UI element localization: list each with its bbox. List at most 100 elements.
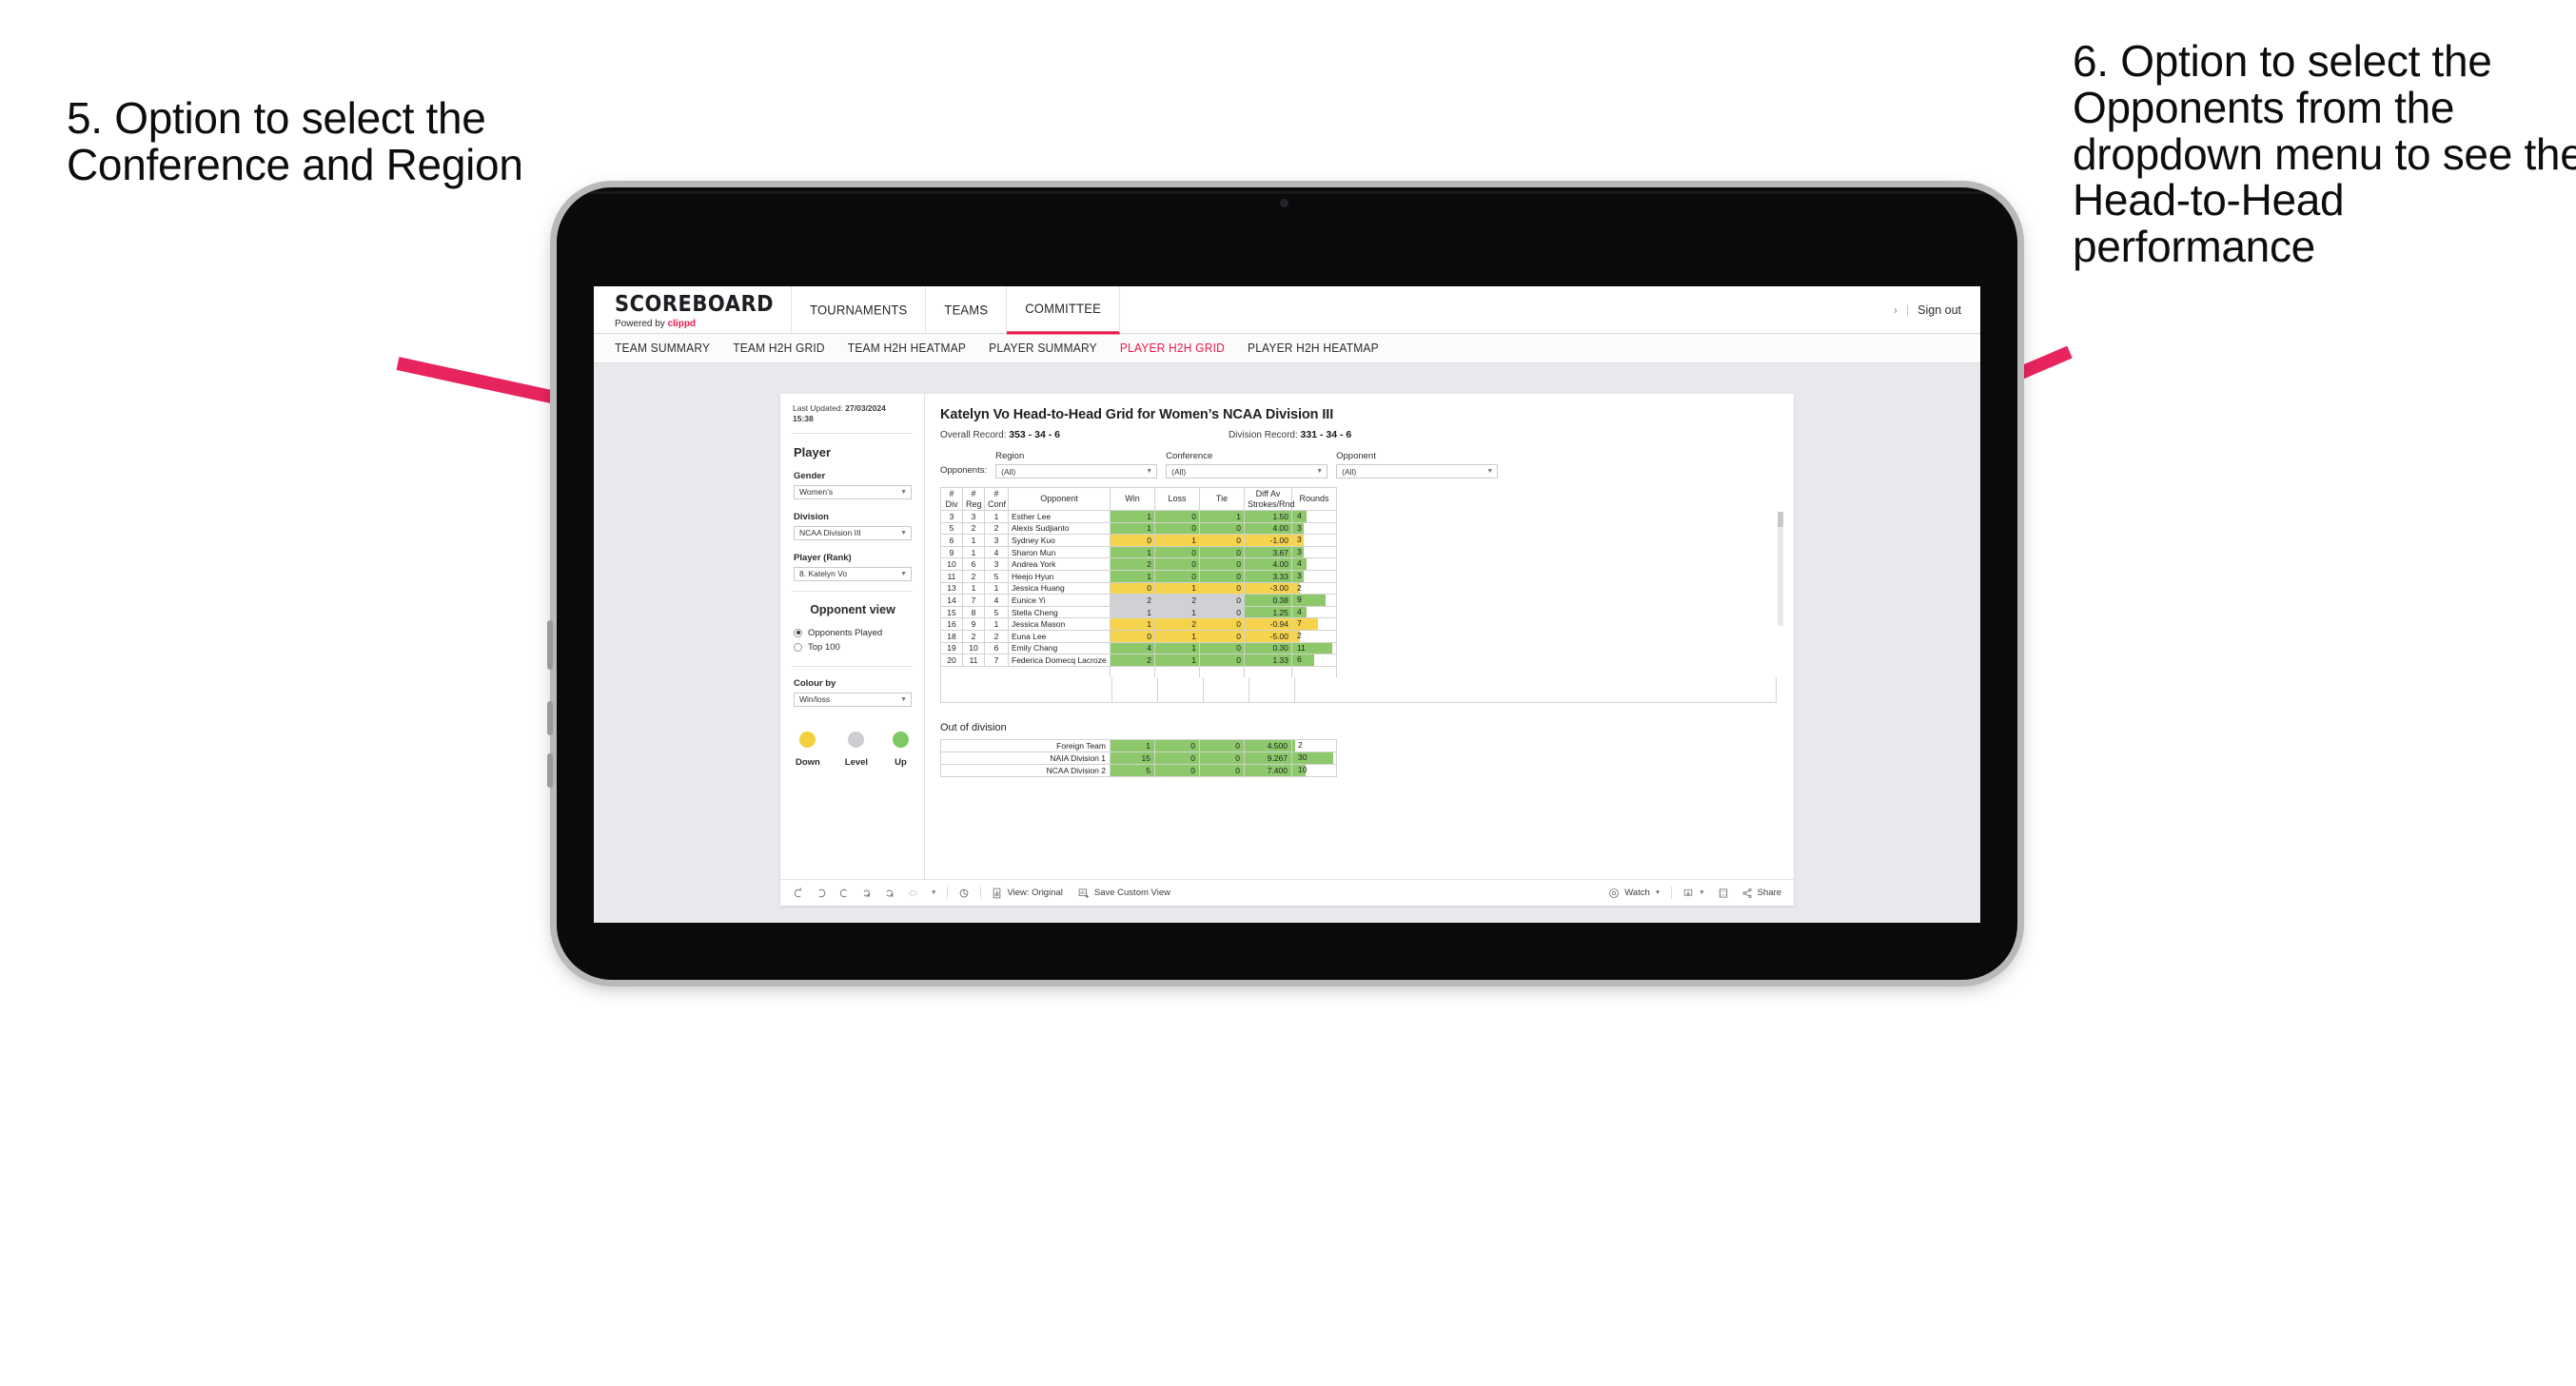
table-row[interactable]: 13 1 1 Jessica Huang 0 1 0 -3.00 2	[940, 581, 1337, 595]
region-select[interactable]: (All) ▼	[995, 464, 1158, 478]
table-row[interactable]: 6 1 3 Sydney Kuo 0 1 0 -1.00 3	[940, 534, 1337, 547]
table-row[interactable]: 3 3 1 Esther Lee 1 0 1 1.50 4	[940, 510, 1337, 523]
refresh-icon[interactable]	[861, 888, 873, 899]
player-filter-block: Player Gender Women’s ▼ Division NCAA Di…	[780, 434, 924, 591]
out-of-division-table: Foreign Team 1 0 0 4.500 2 NAIA Division 1 15 0 0…	[940, 738, 1337, 777]
table-row[interactable]: 14 7 4 Eunice Yi 2 2 0 0.38 9	[940, 594, 1337, 607]
table-row[interactable]: 20 11 7 Federica Domecq Lacroze 2 1 0 1.33 6	[940, 654, 1337, 667]
cell-rounds: 3	[1291, 534, 1337, 547]
signout-area: › | Sign out	[1894, 286, 1980, 333]
cell-div: 5	[940, 521, 963, 536]
subnav-item-player-summary[interactable]: PLAYER SUMMARY	[989, 342, 1097, 356]
rounds-value: 11	[1297, 642, 1306, 653]
cell-win: 1	[1110, 569, 1155, 583]
division-select[interactable]: NCAA Division III ▼	[794, 525, 912, 540]
header-divider: |	[1905, 303, 1910, 317]
page-root: 5. Option to select the Conference and R…	[0, 0, 2576, 1386]
subnav-item-player-h2h-heatmap[interactable]: PLAYER H2H HEATMAP	[1248, 342, 1379, 356]
cell-diff: 1.25	[1244, 605, 1292, 619]
cell-win: 0	[1110, 629, 1155, 643]
cell-conf: 1	[984, 510, 1009, 523]
table-row[interactable]: 9 1 4 Sharon Mun 1 0 0 3.67 3	[940, 545, 1337, 559]
cell-reg: 2	[962, 521, 985, 536]
subnav-item-player-h2h-grid[interactable]: PLAYER H2H GRID	[1120, 342, 1225, 356]
chevron-right-icon[interactable]: ›	[1894, 303, 1898, 317]
share-icon	[1741, 888, 1753, 899]
table-row[interactable]: 5 2 2 Alexis Sudjianto 1 0 0 4.00 3	[940, 521, 1337, 536]
tablet-volume-up-button[interactable]	[547, 701, 553, 735]
cell-div: 14	[940, 594, 963, 607]
cell-loss: 1	[1154, 641, 1200, 655]
fullscreen-icon[interactable]	[1718, 888, 1729, 899]
download-button[interactable]: ▼	[1682, 888, 1705, 899]
table-row-partial	[940, 666, 1337, 677]
table-scrollbar[interactable]	[1778, 512, 1783, 626]
colour-by-select[interactable]: Win/loss ▼	[794, 692, 912, 707]
brand-logo[interactable]: SCOREBOARD Powered by clippd	[594, 286, 793, 333]
scrollbar-thumb[interactable]	[1778, 512, 1783, 527]
cell-reg: 1	[962, 545, 985, 559]
pan-icon[interactable]	[907, 888, 919, 899]
legend-label-up: Up	[895, 756, 907, 768]
watch-button[interactable]: Watch ▼	[1608, 888, 1661, 899]
cell-diff: 3.33	[1244, 569, 1292, 583]
table-row[interactable]: NAIA Division 1 15 0 0 9.267 30	[940, 751, 1337, 765]
table-empty-footer	[940, 676, 1777, 703]
subnav-item-team-h2h-grid[interactable]: TEAM H2H GRID	[733, 342, 825, 356]
topnav-item-tournaments[interactable]: TOURNAMENTS	[792, 286, 927, 335]
cell-tie: 0	[1199, 641, 1245, 655]
cell-win: 1	[1110, 738, 1155, 752]
visualization-body: Last Updated: 27/03/2024 15:38 Player Ge…	[780, 394, 1794, 879]
table-row[interactable]: 18 2 2 Euna Lee 0 1 0 -5.00 2	[940, 629, 1337, 643]
annotation-callout-5: 5. Option to select the Conference and R…	[67, 93, 523, 189]
subnav-item-team-h2h-heatmap[interactable]: TEAM H2H HEATMAP	[848, 342, 966, 356]
cell-tie: 0	[1199, 581, 1245, 595]
player-rank-value: 8. Katelyn Vo	[799, 569, 848, 579]
table-row[interactable]: 10 6 3 Andrea York 2 0 0 4.00 4	[940, 557, 1337, 571]
cell-loss: 0	[1154, 510, 1200, 523]
bottom-toolbar: ▼ View: Original Save Custom View Watch …	[780, 879, 1794, 906]
cell-rounds: 3	[1291, 569, 1337, 583]
opponent-view-heading: Opponent view	[810, 602, 895, 616]
undo-icon[interactable]	[793, 887, 804, 899]
topnav-item-committee[interactable]: COMMITTEE	[1007, 286, 1121, 335]
tablet-power-button[interactable]	[547, 620, 553, 670]
reset-icon[interactable]	[958, 888, 970, 899]
subnav-item-team-summary[interactable]: TEAM SUMMARY	[615, 342, 710, 356]
table-row[interactable]: 16 9 1 Jessica Mason 1 2 0 -0.94 7	[940, 617, 1337, 631]
cell-loss: 2	[1154, 617, 1200, 631]
revert-icon[interactable]	[838, 888, 850, 899]
table-row[interactable]: 11 2 5 Heejo Hyun 1 0 0 3.33 3	[940, 569, 1337, 583]
division-record: Division Record: 331 - 34 - 6	[1229, 429, 1351, 440]
radio-opponents-played[interactable]: Opponents Played	[794, 628, 912, 638]
gender-select[interactable]: Women’s ▼	[794, 484, 912, 499]
cell-win: 4	[1110, 641, 1155, 655]
conference-select[interactable]: (All) ▼	[1166, 464, 1328, 478]
toolbar-separator-3	[1671, 887, 1673, 899]
view-original-button[interactable]: View: Original	[992, 888, 1063, 899]
rounds-value: 2	[1298, 740, 1303, 751]
table-row[interactable]: Foreign Team 1 0 0 4.500 2	[940, 738, 1337, 752]
table-row[interactable]: NCAA Division 2 5 0 0 7.400 10	[940, 763, 1337, 777]
chevron-down-icon[interactable]: ▼	[931, 889, 936, 896]
radio-top-100[interactable]: Top 100	[794, 642, 912, 653]
cell-div: 18	[940, 629, 963, 643]
chevron-down-icon: ▼	[900, 570, 907, 577]
pause-auto-update-icon[interactable]	[884, 888, 895, 899]
brand-subtitle: Powered by clippd	[615, 319, 774, 329]
topnav-item-teams[interactable]: TEAMS	[926, 286, 1008, 335]
h2h-grid-table: # Div # Reg # Conf Opponent Win Loss Tie Di…	[940, 487, 1337, 677]
player-rank-select[interactable]: 8. Katelyn Vo ▼	[794, 566, 912, 581]
cell-conf: 4	[984, 594, 1009, 607]
chevron-down-icon: ▼	[1699, 889, 1705, 896]
sign-out-link[interactable]: Sign out	[1917, 303, 1961, 317]
table-row[interactable]: 15 8 5 Stella Cheng 1 1 0 1.25 4	[940, 605, 1337, 619]
tablet-camera	[1280, 199, 1288, 207]
share-button[interactable]: Share	[1741, 888, 1781, 899]
table-row[interactable]: 19 10 6 Emily Chang 4 1 0 0.30 11	[940, 641, 1337, 655]
redo-icon[interactable]	[816, 888, 827, 899]
opponent-select[interactable]: (All) ▼	[1336, 464, 1499, 478]
save-custom-view-button[interactable]: Save Custom View	[1078, 888, 1170, 899]
tablet-volume-down-button[interactable]	[547, 753, 553, 788]
radio-icon-selected	[794, 628, 802, 637]
